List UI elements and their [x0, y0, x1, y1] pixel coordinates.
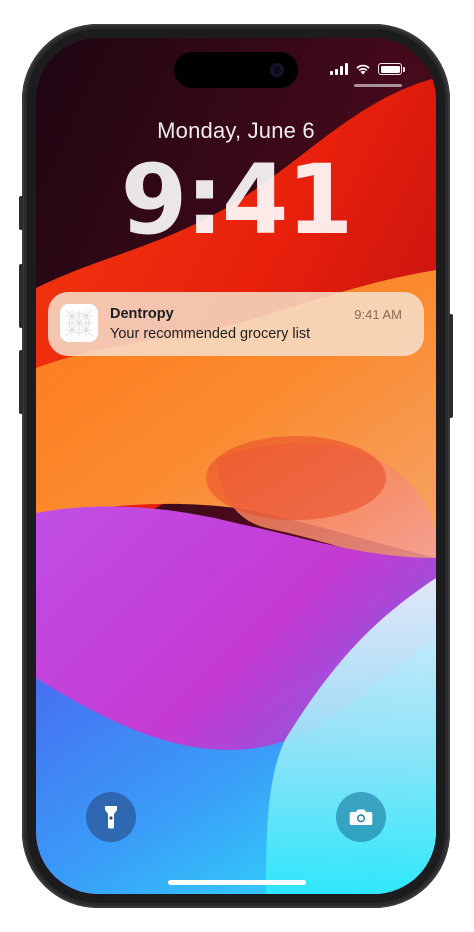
- app-icon: [60, 304, 98, 342]
- volume-down-button: [19, 350, 23, 414]
- action-button: [19, 196, 23, 230]
- wifi-icon: [356, 64, 370, 75]
- notification-app-name: Dentropy: [110, 306, 174, 322]
- cellular-signal-icon: [330, 63, 348, 75]
- home-indicator[interactable]: [168, 880, 306, 885]
- camera-button[interactable]: [336, 792, 386, 842]
- notification-banner[interactable]: Dentropy Your recommended grocery list 9…: [48, 292, 424, 356]
- lock-screen[interactable]: Monday, June 6 9:41 Dentropy Your recomm…: [36, 38, 436, 894]
- status-bar: [330, 63, 405, 75]
- volume-up-button: [19, 264, 23, 328]
- flashlight-icon: [105, 806, 117, 829]
- lock-date: Monday, June 6: [157, 118, 315, 143]
- lock-clock: 9:41: [120, 144, 354, 256]
- control-center-hint[interactable]: [354, 84, 402, 87]
- flashlight-button[interactable]: [86, 792, 136, 842]
- notification-message: Your recommended grocery list: [110, 326, 311, 342]
- front-camera: [270, 63, 284, 77]
- camera-icon: [349, 809, 373, 825]
- notification-time: 9:41 AM: [354, 307, 402, 322]
- phone-frame: Monday, June 6 9:41 Dentropy Your recomm…: [19, 24, 453, 908]
- battery-full-icon: [378, 63, 405, 75]
- dynamic-island: [174, 52, 298, 88]
- side-button: [449, 314, 453, 418]
